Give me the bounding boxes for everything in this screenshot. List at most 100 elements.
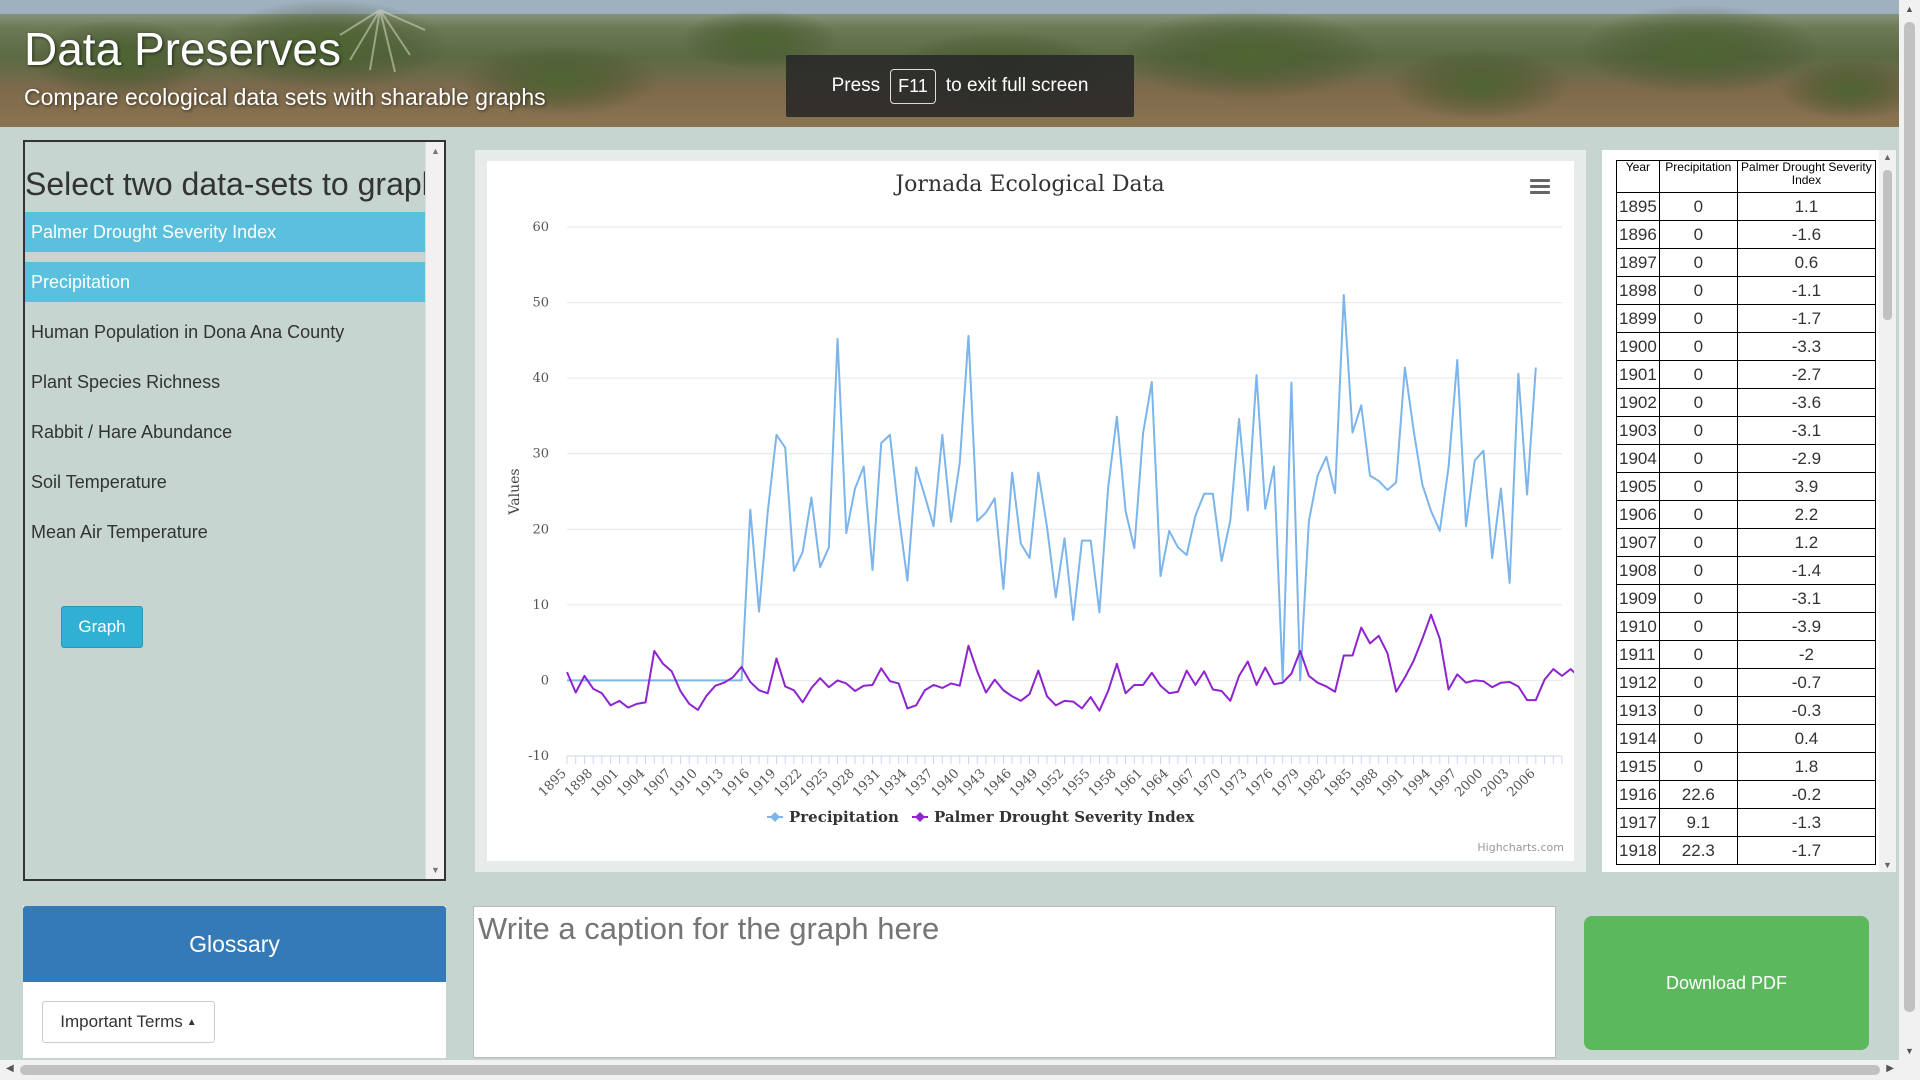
glossary-title: Glossary xyxy=(23,906,446,982)
table-header-row: Year Precipitation Palmer Drought Severi… xyxy=(1616,160,1877,193)
page-vertical-scrollbar[interactable]: ▲ ▼ xyxy=(1899,0,1920,1060)
year-cell: 1898 xyxy=(1616,276,1660,305)
pdsi-cell: -0.7 xyxy=(1736,668,1877,697)
year-cell: 1899 xyxy=(1616,304,1660,333)
dataset-item-rabbit-hare-abundance[interactable]: Rabbit / Hare Abundance xyxy=(25,412,427,452)
table-row: 1906 0 2.2 xyxy=(1616,500,1877,529)
dataset-scrollbar[interactable]: ▲ ▼ xyxy=(425,142,444,879)
year-cell: 1906 xyxy=(1616,500,1660,529)
page-horizontal-scrollbar[interactable]: ◀ ▶ xyxy=(0,1060,1920,1080)
legend-marker-icon xyxy=(770,812,780,822)
x-tick-label: 1976 xyxy=(1243,766,1277,800)
fullscreen-notice-rest: to exit full screen xyxy=(945,75,1089,96)
precipitation-cell: 0 xyxy=(1658,528,1738,557)
scroll-up-icon[interactable]: ▲ xyxy=(1899,4,1920,14)
caption-input[interactable] xyxy=(473,906,1556,1058)
dataset-selector: Select two data-sets to graph Palmer Dro… xyxy=(23,140,446,881)
important-terms-dropdown[interactable]: Important Terms ▲ xyxy=(42,1001,215,1043)
fullscreen-notice: Press F11 to exit full screen xyxy=(786,55,1134,117)
year-cell: 1914 xyxy=(1616,724,1660,753)
download-pdf-button[interactable]: Download PDF xyxy=(1584,916,1869,1050)
year-cell: 1913 xyxy=(1616,696,1660,725)
pdsi-cell: -3.1 xyxy=(1736,416,1877,445)
precipitation-cell: 0 xyxy=(1658,500,1738,529)
x-tick-label: 1991 xyxy=(1374,766,1408,800)
x-tick-label: 1919 xyxy=(745,766,779,800)
precipitation-cell: 0 xyxy=(1658,668,1738,697)
legend-item-precipitation[interactable]: Precipitation xyxy=(767,808,899,826)
table-row: 1911 0 -2 xyxy=(1616,640,1877,669)
x-tick-label: 1937 xyxy=(902,766,936,800)
year-cell: 1908 xyxy=(1616,556,1660,585)
precipitation-cell: 0 xyxy=(1658,332,1738,361)
dataset-item-pdsi[interactable]: Palmer Drought Severity Index xyxy=(25,212,427,252)
scroll-up-icon[interactable]: ▲ xyxy=(426,142,444,160)
pdsi-cell: -1.3 xyxy=(1736,808,1877,837)
pdsi-cell: 2.2 xyxy=(1736,500,1877,529)
table-row: 1916 22.6 -0.2 xyxy=(1616,780,1877,809)
table-row: 1895 0 1.1 xyxy=(1616,192,1877,221)
dataset-item-soil-temperature[interactable]: Soil Temperature xyxy=(25,462,427,502)
scroll-down-icon[interactable]: ▼ xyxy=(1899,1046,1920,1056)
dataset-item-plant-species-richness[interactable]: Plant Species Richness xyxy=(25,362,427,402)
y-tick-label: 50 xyxy=(532,296,549,311)
year-cell: 1903 xyxy=(1616,416,1660,445)
pdsi-cell: -2.9 xyxy=(1736,444,1877,473)
pdsi-cell: -1.6 xyxy=(1736,220,1877,249)
pdsi-cell: 3.9 xyxy=(1736,472,1877,501)
x-tick-label: 1988 xyxy=(1348,766,1382,800)
table-row: 1912 0 -0.7 xyxy=(1616,668,1877,697)
dataset-item-human-population[interactable]: Human Population in Dona Ana County xyxy=(25,312,427,352)
table-row: 1908 0 -1.4 xyxy=(1616,556,1877,585)
menu-icon[interactable] xyxy=(1530,179,1550,195)
table-row: 1901 0 -2.7 xyxy=(1616,360,1877,389)
x-tick-label: 1952 xyxy=(1033,766,1067,800)
year-cell: 1907 xyxy=(1616,528,1660,557)
scrollbar-thumb[interactable] xyxy=(1883,170,1892,320)
year-cell: 1897 xyxy=(1616,248,1660,277)
scrollbar-thumb[interactable] xyxy=(1904,22,1915,1012)
pdsi-cell: -1.7 xyxy=(1736,836,1877,865)
x-tick-label: 1970 xyxy=(1190,766,1224,800)
x-tick-label: 1946 xyxy=(981,766,1015,800)
f11-key: F11 xyxy=(890,68,936,104)
precipitation-cell: 0 xyxy=(1658,304,1738,333)
scroll-down-icon[interactable]: ▼ xyxy=(1879,860,1896,870)
pdsi-cell: -2 xyxy=(1736,640,1877,669)
dataset-item-precipitation[interactable]: Precipitation xyxy=(25,262,427,302)
table-row: 1900 0 -3.3 xyxy=(1616,332,1877,361)
legend-item-pdsi[interactable]: Palmer Drought Severity Index xyxy=(912,808,1195,826)
scroll-left-icon[interactable]: ◀ xyxy=(6,1063,14,1074)
graph-button[interactable]: Graph xyxy=(61,606,143,648)
pdsi-cell: 0.6 xyxy=(1736,248,1877,277)
precipitation-cell: 0 xyxy=(1658,220,1738,249)
x-tick-label: 1922 xyxy=(771,766,805,800)
series-line-pdsi xyxy=(566,613,1574,712)
table-row: 1905 0 3.9 xyxy=(1616,472,1877,501)
scroll-down-icon[interactable]: ▼ xyxy=(426,861,444,879)
x-tick-label: 1925 xyxy=(798,766,832,800)
precipitation-cell: 0 xyxy=(1658,612,1738,641)
y-tick-label: 30 xyxy=(532,447,549,462)
table-row: 1907 0 1.2 xyxy=(1616,528,1877,557)
x-tick-label: 2006 xyxy=(1505,766,1539,800)
year-cell: 1915 xyxy=(1616,752,1660,781)
scroll-up-icon[interactable]: ▲ xyxy=(1879,152,1896,162)
x-tick-label: 1997 xyxy=(1426,766,1460,800)
y-tick-label: 0 xyxy=(541,673,549,688)
pdsi-cell: -2.7 xyxy=(1736,360,1877,389)
table-scrollbar[interactable]: ▲ ▼ xyxy=(1879,150,1896,872)
chart-title: Jornada Ecological Data xyxy=(893,172,1164,197)
scroll-right-icon[interactable]: ▶ xyxy=(1886,1063,1894,1074)
scrollbar-thumb[interactable] xyxy=(20,1065,1880,1075)
x-tick-label: 1928 xyxy=(824,766,858,800)
line-chart: Jornada Ecological Data Values -10 0 10 20 30 4… xyxy=(507,172,1574,854)
precipitation-cell: 0 xyxy=(1658,416,1738,445)
dataset-item-mean-air-temperature[interactable]: Mean Air Temperature xyxy=(25,512,427,552)
dataset-list: Palmer Drought Severity Index Precipitat… xyxy=(25,212,427,562)
x-tick-label: 1982 xyxy=(1295,766,1329,800)
table-row: 1913 0 -0.3 xyxy=(1616,696,1877,725)
x-tick-label: 1916 xyxy=(719,766,753,800)
legend-marker-icon xyxy=(915,812,925,822)
x-tick-label: 1961 xyxy=(1112,766,1146,800)
